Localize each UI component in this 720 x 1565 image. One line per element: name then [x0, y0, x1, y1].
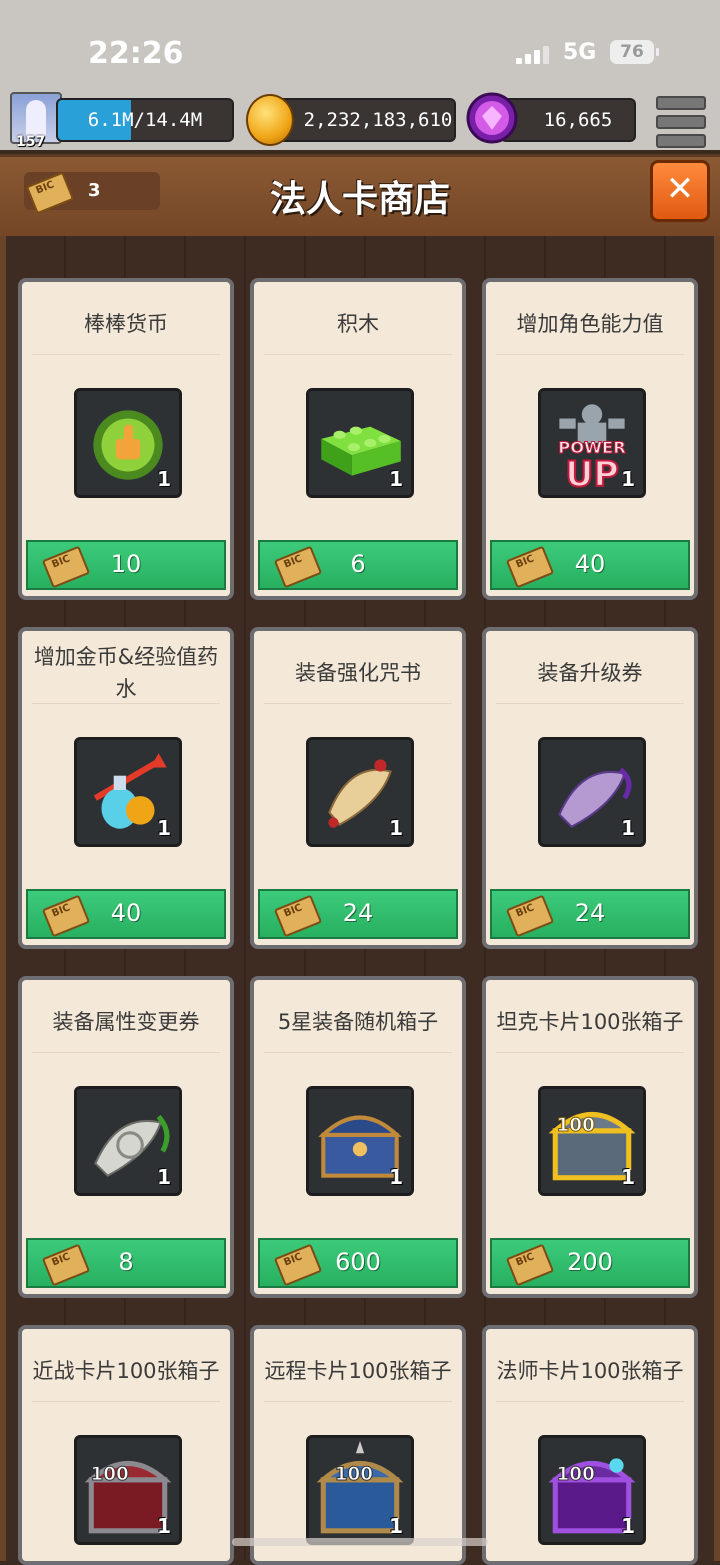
gold-counter: 2,232,183,610: [270, 98, 456, 142]
menu-icon[interactable]: [656, 96, 706, 148]
item-icon-frame: 1: [74, 1086, 182, 1196]
shop-item-card[interactable]: 增加角色能力值 POWERUP 1 40: [482, 278, 698, 600]
status-bar: 22:26 5G 76: [0, 0, 720, 90]
item-price: 6: [350, 550, 366, 578]
item-name: 积木: [264, 294, 452, 355]
svg-text:100: 100: [557, 1115, 595, 1136]
item-quantity: 1: [621, 467, 635, 491]
item-quantity: 1: [621, 816, 635, 840]
item-price: 40: [574, 550, 606, 578]
buy-button[interactable]: 24: [258, 889, 458, 939]
item-name: 近战卡片100张箱子: [32, 1341, 220, 1402]
shop-item-card[interactable]: 积木 1 6: [250, 278, 466, 600]
buy-button[interactable]: 600: [258, 1238, 458, 1288]
item-quantity: 1: [389, 1514, 403, 1538]
shop-item-card[interactable]: 法师卡片100张箱子 100 1: [482, 1325, 698, 1565]
item-icon-frame: 1: [538, 737, 646, 847]
item-price: 24: [574, 899, 606, 927]
shop-item-card[interactable]: 棒棒货币 1 10: [18, 278, 234, 600]
gold-amount: 2,232,183,610: [303, 109, 453, 131]
item-quantity: 1: [389, 816, 403, 840]
item-quantity: 1: [157, 1165, 171, 1189]
close-button[interactable]: ✕: [650, 160, 710, 222]
xp-bar: 6.1M/14.4M: [56, 98, 234, 142]
shop-item-card[interactable]: 5星装备随机箱子 1 600: [250, 976, 466, 1298]
item-icon-frame: 1: [74, 388, 182, 498]
buy-button[interactable]: 10: [26, 540, 226, 590]
item-icon-frame: 100 1: [74, 1435, 182, 1545]
item-name: 坦克卡片100张箱子: [496, 992, 684, 1053]
shop-item-card[interactable]: 装备强化咒书 1 24: [250, 627, 466, 949]
item-quantity: 1: [157, 816, 171, 840]
page-title: 法人卡商店: [269, 179, 450, 220]
item-price: 10: [110, 550, 142, 578]
buy-button[interactable]: 24: [490, 889, 690, 939]
gem-icon: [466, 92, 518, 144]
item-price: 200: [567, 1248, 613, 1276]
shop-item-card[interactable]: 增加金币&经验值药水 1 40: [18, 627, 234, 949]
item-icon-frame: POWER UP 1: [538, 388, 646, 498]
item-icon-frame: 1: [306, 737, 414, 847]
item-quantity: 1: [389, 467, 403, 491]
item-name: 装备属性变更券: [32, 992, 220, 1053]
buy-button[interactable]: 8: [26, 1238, 226, 1288]
buy-button[interactable]: 40: [490, 540, 690, 590]
item-name: 增加金币&经验值药水: [32, 643, 220, 704]
shop-item-card[interactable]: 装备升级券 1 24: [482, 627, 698, 949]
svg-text:100: 100: [335, 1464, 373, 1485]
home-indicator: [232, 1538, 488, 1546]
shop-item-card[interactable]: 近战卡片100张箱子 100 1: [18, 1325, 234, 1565]
shop-item-card[interactable]: 坦克卡片100张箱子 100 1 200: [482, 976, 698, 1298]
xp-text: 6.1M/14.4M: [87, 109, 203, 131]
svg-text:100: 100: [90, 1464, 128, 1485]
item-quantity: 1: [621, 1514, 635, 1538]
gold-coin-icon: [246, 94, 294, 146]
buy-button[interactable]: 40: [26, 889, 226, 939]
item-price: 40: [110, 899, 142, 927]
buy-button[interactable]: 6: [258, 540, 458, 590]
item-name: 法师卡片100张箱子: [496, 1341, 684, 1402]
signal-icon: [516, 44, 549, 64]
item-name: 装备强化咒书: [264, 643, 452, 704]
item-quantity: 1: [157, 467, 171, 491]
item-icon-frame: 100 1: [538, 1086, 646, 1196]
svg-text:100: 100: [557, 1464, 595, 1485]
item-icon-frame: 1: [74, 737, 182, 847]
status-time: 22:26: [88, 36, 184, 71]
item-quantity: 1: [157, 1514, 171, 1538]
item-name: 棒棒货币: [32, 294, 220, 355]
item-quantity: 1: [621, 1165, 635, 1189]
battery-icon: 76: [610, 40, 659, 64]
svg-text:UP: UP: [565, 455, 619, 495]
item-name: 远程卡片100张箱子: [264, 1341, 452, 1402]
item-name: 5星装备随机箱子: [264, 992, 452, 1053]
shop-item-card[interactable]: 装备属性变更券 1 8: [18, 976, 234, 1298]
gem-counter: 16,665: [500, 98, 636, 142]
gem-amount: 16,665: [543, 109, 613, 131]
item-icon-frame: 100 1: [538, 1435, 646, 1545]
item-icon-frame: 100 1: [306, 1435, 414, 1545]
buy-button[interactable]: 200: [490, 1238, 690, 1288]
item-name: 装备升级券: [496, 643, 684, 704]
item-icon-frame: 1: [306, 1086, 414, 1196]
item-icon-frame: 1: [306, 388, 414, 498]
shop-item-card[interactable]: 远程卡片100张箱子 100 1: [250, 1325, 466, 1565]
item-name: 增加角色能力值: [496, 294, 684, 355]
item-price: 600: [335, 1248, 381, 1276]
item-price: 8: [118, 1248, 134, 1276]
player-level: 157: [16, 134, 46, 150]
network-label: 5G: [563, 40, 597, 65]
item-quantity: 1: [389, 1165, 403, 1189]
item-price: 24: [342, 899, 374, 927]
